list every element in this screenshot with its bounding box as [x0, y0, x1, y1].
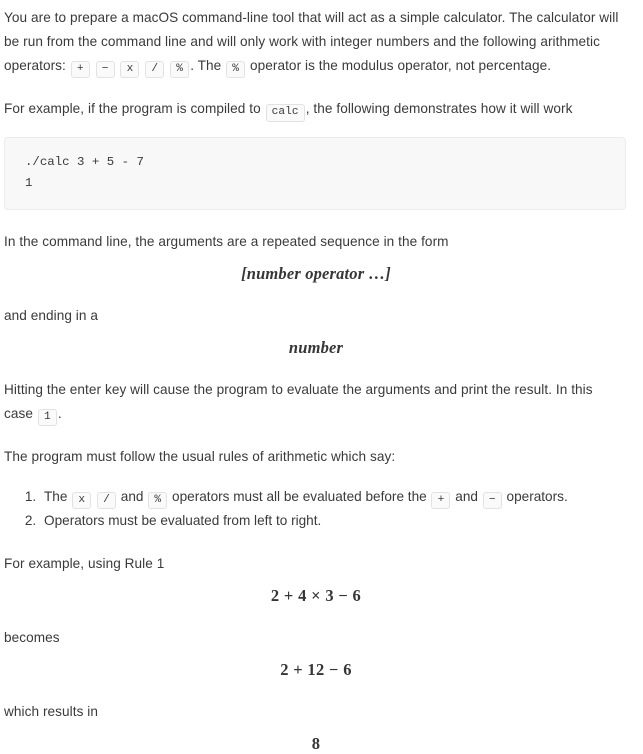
results-label: which results in	[4, 703, 99, 719]
arithmetic-rules-list: The x / and % operators must all be eval…	[4, 485, 621, 532]
example-intro-text-after: , the following demonstrates how it will…	[305, 101, 573, 117]
rule1-operator-chip-modulus: %	[148, 492, 168, 510]
rules-intro-paragraph: The program must follow the usual rules …	[4, 449, 396, 465]
rule1-text-part2: and	[120, 489, 144, 505]
enter-key-paragraph: Hitting the enter key will cause the pro…	[4, 378, 621, 426]
operator-chip-minus: −	[95, 60, 115, 78]
becomes-label: becomes	[4, 629, 60, 645]
math-expression-original: 2 + 4 × 3 − 6	[270, 585, 362, 605]
operator-chip-divide: /	[145, 60, 165, 78]
operator-chip-modulus: %	[170, 60, 190, 78]
ending-intro-paragraph: and ending in a	[4, 307, 98, 323]
rule1-operator-chip-multiply: x	[72, 492, 92, 510]
intro-paragraph: You are to prepare a macOS command-line …	[4, 6, 621, 78]
document-body: You are to prepare a macOS command-line …	[0, 0, 643, 754]
operator-chip-multiply: x	[120, 60, 140, 78]
terminal-code-block: ./calc 3 + 5 - 7 1	[4, 137, 626, 211]
example-intro-text-before: For example, if the program is compiled …	[4, 101, 261, 117]
result-value-chip: 1	[37, 408, 57, 426]
rule1-operator-chip-plus: +	[431, 492, 451, 510]
rule1-text-part4: and	[455, 489, 478, 505]
enter-key-text-before: Hitting the enter key will cause the pro…	[4, 381, 593, 421]
example-intro-paragraph: For example, if the program is compiled …	[4, 97, 621, 122]
rule1-example-intro: For example, using Rule 1	[4, 556, 165, 572]
intro-text-modulus-note: operator is the modulus operator, not pe…	[249, 57, 552, 73]
math-expression-reduced: 2 + 12 − 6	[280, 659, 352, 679]
rule1-operator-chip-divide: /	[97, 492, 116, 510]
rule1-text-part1: The	[44, 489, 68, 505]
rule1-text-part5: operators.	[506, 489, 568, 505]
math-sequence-form: [number operator …]	[241, 263, 391, 283]
form-intro-paragraph: In the command line, the arguments are a…	[4, 234, 449, 250]
calc-binary-chip: calc	[265, 104, 305, 122]
modulus-operator-chip: %	[226, 60, 246, 78]
rule1-operator-chip-minus: −	[482, 492, 502, 510]
rule1-text-part3: operators must all be evaluated before t…	[172, 489, 427, 505]
rule-item-1: The x / and % operators must all be eval…	[40, 485, 621, 510]
operator-chip-plus: +	[70, 60, 90, 78]
rule-item-2: Operators must be evaluated from left to…	[40, 509, 621, 533]
math-expression-result: 8	[311, 733, 321, 753]
enter-key-text-after: .	[57, 405, 62, 421]
math-number: number	[288, 337, 344, 357]
intro-text-after-operators: . The	[190, 57, 222, 73]
